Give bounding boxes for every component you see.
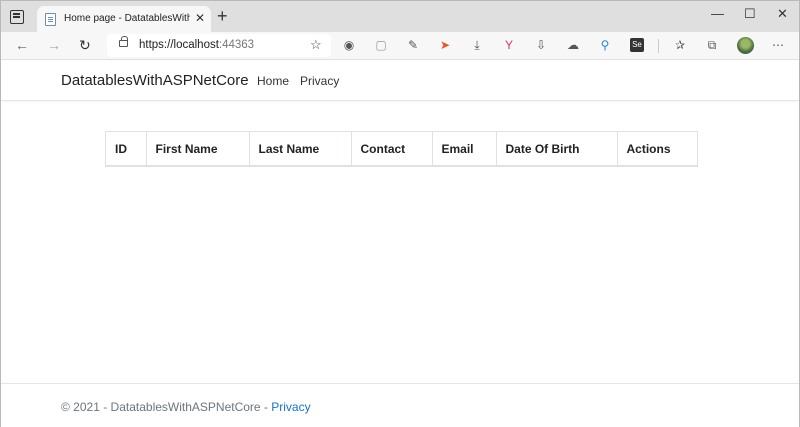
page-favicon-icon: [45, 13, 56, 26]
browser-tab[interactable]: Home page - DatatablesWithASP ✕: [37, 6, 211, 32]
browser-toolbar: ← → ↻ https://localhost:44363 ☆ ◉ ▢ ✎ ➤ …: [1, 32, 799, 60]
favorites-icon[interactable]: ✰: [673, 38, 687, 52]
more-menu-icon[interactable]: ⋯: [771, 38, 785, 52]
extension-pen-icon[interactable]: ✎: [406, 38, 420, 52]
table-header-row: ID First Name Last Name Contact Email Da…: [106, 132, 697, 165]
new-tab-icon[interactable]: +: [217, 6, 228, 27]
search-icon[interactable]: ⚲: [598, 38, 612, 52]
column-header-email[interactable]: Email: [432, 132, 497, 165]
reader-icon[interactable]: ◉: [342, 38, 356, 52]
address-bar[interactable]: https://localhost:44363 ☆: [107, 34, 331, 57]
web-page: DatatablesWithASPNetCore Home Privacy ID…: [1, 61, 799, 427]
url-text[interactable]: https://localhost:44363: [139, 39, 254, 51]
toolbar-divider: [658, 39, 659, 53]
close-tab-icon[interactable]: ✕: [195, 11, 205, 25]
lock-icon[interactable]: [119, 36, 128, 47]
extension-square-icon[interactable]: ▢: [374, 38, 388, 52]
site-navbar: DatatablesWithASPNetCore Home Privacy: [1, 61, 799, 101]
window-menu-icon[interactable]: [10, 10, 24, 24]
downloads-tray-icon[interactable]: ⇩: [534, 38, 548, 52]
close-window-icon[interactable]: ✕: [777, 6, 788, 22]
column-header-id[interactable]: ID: [106, 132, 147, 165]
forward-icon[interactable]: →: [47, 37, 61, 53]
selenium-icon[interactable]: Se: [630, 38, 644, 52]
maximize-icon[interactable]: ☐: [744, 6, 756, 22]
column-header-contact[interactable]: Contact: [351, 132, 433, 165]
profile-avatar[interactable]: [737, 37, 754, 54]
tab-strip: Home page - DatatablesWithASP ✕ + — ☐ ✕: [1, 1, 799, 32]
download-icon[interactable]: ⤓: [470, 38, 484, 52]
cloud-icon[interactable]: ☁: [566, 38, 580, 52]
add-favorite-icon[interactable]: ☆: [310, 37, 322, 53]
column-header-actions[interactable]: Actions: [617, 132, 697, 165]
nav-home-link[interactable]: Home: [257, 74, 289, 88]
footer-privacy-link[interactable]: Privacy: [271, 400, 310, 414]
column-header-date-of-birth[interactable]: Date Of Birth: [496, 132, 618, 165]
refresh-icon[interactable]: ↻: [79, 37, 91, 54]
extension-y-icon[interactable]: Y: [502, 38, 516, 52]
minimize-icon[interactable]: —: [711, 6, 724, 21]
footer-copyright: © 2021 - DatatablesWithASPNetCore -: [61, 400, 272, 414]
footer-text: © 2021 - DatatablesWithASPNetCore - Priv…: [61, 400, 311, 414]
site-footer: © 2021 - DatatablesWithASPNetCore - Priv…: [1, 383, 799, 427]
nav-privacy-link[interactable]: Privacy: [300, 74, 339, 88]
site-brand[interactable]: DatatablesWithASPNetCore: [61, 72, 249, 89]
collections-icon[interactable]: ⧉: [705, 38, 719, 52]
data-table: ID First Name Last Name Contact Email Da…: [105, 131, 698, 167]
back-icon[interactable]: ←: [15, 37, 29, 53]
tab-title: Home page - DatatablesWithASP: [64, 13, 190, 24]
column-header-last-name[interactable]: Last Name: [249, 132, 352, 165]
browser-window: Home page - DatatablesWithASP ✕ + — ☐ ✕ …: [0, 0, 800, 427]
extension-swift-icon[interactable]: ➤: [438, 38, 452, 52]
column-header-first-name[interactable]: First Name: [146, 132, 250, 165]
